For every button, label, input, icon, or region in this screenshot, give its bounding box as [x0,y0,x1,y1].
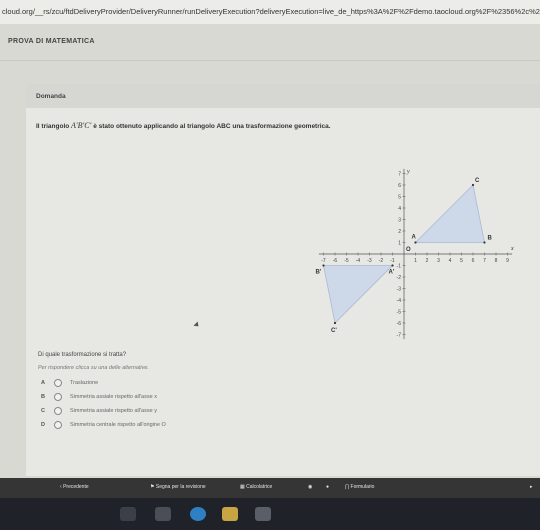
calculator-label: Calcolatrice [246,484,273,490]
option-letter: B [41,394,45,400]
vertex-point [414,241,417,244]
x-tick-label: -4 [356,258,361,264]
y-tick-label: -3 [397,287,402,293]
option-a[interactable]: A Traslazione [36,378,98,388]
next-icon[interactable]: ▸ [530,484,533,490]
taskbar-browser-icon[interactable] [190,507,206,521]
question-text: Il triangolo A′B′C′ è stato ottenuto app… [36,121,331,130]
question-text-before: Il triangolo [36,123,72,130]
vertex-label: C [475,178,480,184]
vertex-label: B [488,236,493,242]
y-tick-label: -4 [397,298,402,304]
x-tick-label: -6 [333,258,338,264]
y-tick-label: 7 [398,172,401,178]
question-heading: Domanda [36,93,66,100]
origin-label: O [406,247,411,253]
vertex-label: B' [316,270,322,276]
x-tick-label: 7 [483,258,486,264]
formulary-icon: ∏ [345,484,350,490]
x-tick-label: 4 [449,258,452,264]
y-tick-label: -7 [397,333,402,339]
question-math: A′B′C′ [71,121,92,130]
taskbar-window-icon[interactable] [120,507,136,521]
y-tick-label: -6 [397,321,402,327]
flag-label: Segna per la revisione [155,484,206,490]
record-icon: ● [326,484,330,490]
x-tick-label: -5 [344,258,349,264]
y-tick-label: 5 [398,195,401,201]
y-tick-label: 2 [398,229,401,235]
y-axis-label: y [406,169,410,175]
y-tick-label: 1 [398,241,401,247]
coordinate-graph: -7 -6 -5 -4 -3 -2 -1 1 2 3 4 5 6 7 8 9 7 6 5 4 3 2 1 -1 -2 -3 -4 -5… [316,169,514,340]
y-tick-label: -1 [397,264,402,270]
option-text: Simmetria assiale rispetto all'asse x [70,394,157,400]
x-tick-label: 9 [506,258,509,264]
test-title: PROVA DI MATEMATICA [8,38,95,45]
vertex-point [471,183,475,187]
calculator-icon: ▦ [240,484,245,490]
x-tick-label: -3 [367,258,372,264]
option-text: Simmetria centrale rispetto all'origine … [70,422,166,428]
flag-icon: ⚑ [150,484,155,490]
calculator-button[interactable]: ▦ Calcolatrice [240,484,272,490]
subquestion-text: Di quale trasformazione si tratta? [38,352,127,358]
option-text: Traslazione [70,380,99,386]
vertex-label: C' [331,328,337,334]
x-tick-label: 5 [460,258,463,264]
vertex-point [333,321,337,325]
option-letter: A [41,380,45,386]
radio-icon[interactable] [54,393,62,401]
circle-icon: ◉ [308,484,313,490]
x-axis-label: x [510,246,514,252]
x-tick-label: 6 [472,258,475,264]
tool-button-1[interactable]: ◉ [308,484,312,490]
question-text-after: è stato ottenuto applicando al triangolo… [91,123,331,130]
vertex-label: A' [389,270,395,276]
triangle-a1b1c1 [323,265,394,324]
x-tick-label: -7 [321,258,326,264]
x-tick-label: 3 [437,258,440,264]
vertex-label: A [412,235,417,241]
taskbar-folder-icon[interactable] [222,507,238,521]
navigation-bar: ‹ Precedente ⚑ Segna per la revisione ▦ … [0,478,540,498]
taskbar-settings-icon[interactable] [255,507,271,521]
x-tick-label: -2 [379,258,384,264]
option-d[interactable]: D Simmetria centrale rispetto all'origin… [36,420,166,430]
question-header: Domanda [26,84,540,108]
previous-button[interactable]: ‹ Precedente [60,484,89,490]
radio-icon[interactable] [54,379,62,387]
x-tick-label: -1 [390,258,395,264]
vertex-point [483,241,486,244]
x-tick-label: 1 [414,258,417,264]
header-divider [0,60,540,61]
x-tick-label: 2 [426,258,429,264]
radio-icon[interactable] [54,421,62,429]
vertex-point [391,264,394,267]
option-text: Simmetria assiale rispetto all'asse y [70,408,157,414]
y-tick-label: -5 [397,310,402,316]
option-letter: C [41,408,45,414]
radio-icon[interactable] [54,407,62,415]
option-c[interactable]: C Simmetria assiale rispetto all'asse y [36,406,157,416]
instruction-text: Per rispondere clicca su una delle alter… [38,365,149,371]
option-letter: D [41,422,45,428]
browser-url-bar[interactable]: cloud.org/__rs/zcu/ftdDeliveryProvider/D… [0,0,540,24]
y-tick-label: 3 [398,218,401,224]
y-tick-label: 6 [398,183,401,189]
x-tick-label: 8 [495,258,498,264]
y-tick-label: 4 [398,206,401,212]
vertex-point [322,264,325,267]
option-b[interactable]: B Simmetria assiale rispetto all'asse x [36,392,157,402]
triangle-abc [414,184,485,243]
y-tick-label: -2 [397,275,402,281]
flag-review-button[interactable]: ⚑ Segna per la revisione [150,484,206,490]
formulary-label: Formulario [350,484,375,490]
taskbar-app-icon[interactable] [155,507,171,521]
tool-button-2[interactable]: ● [326,484,329,490]
previous-label: Precedente [63,484,89,490]
os-taskbar [0,498,540,530]
formulary-button[interactable]: ∏ Formulario [345,484,374,490]
